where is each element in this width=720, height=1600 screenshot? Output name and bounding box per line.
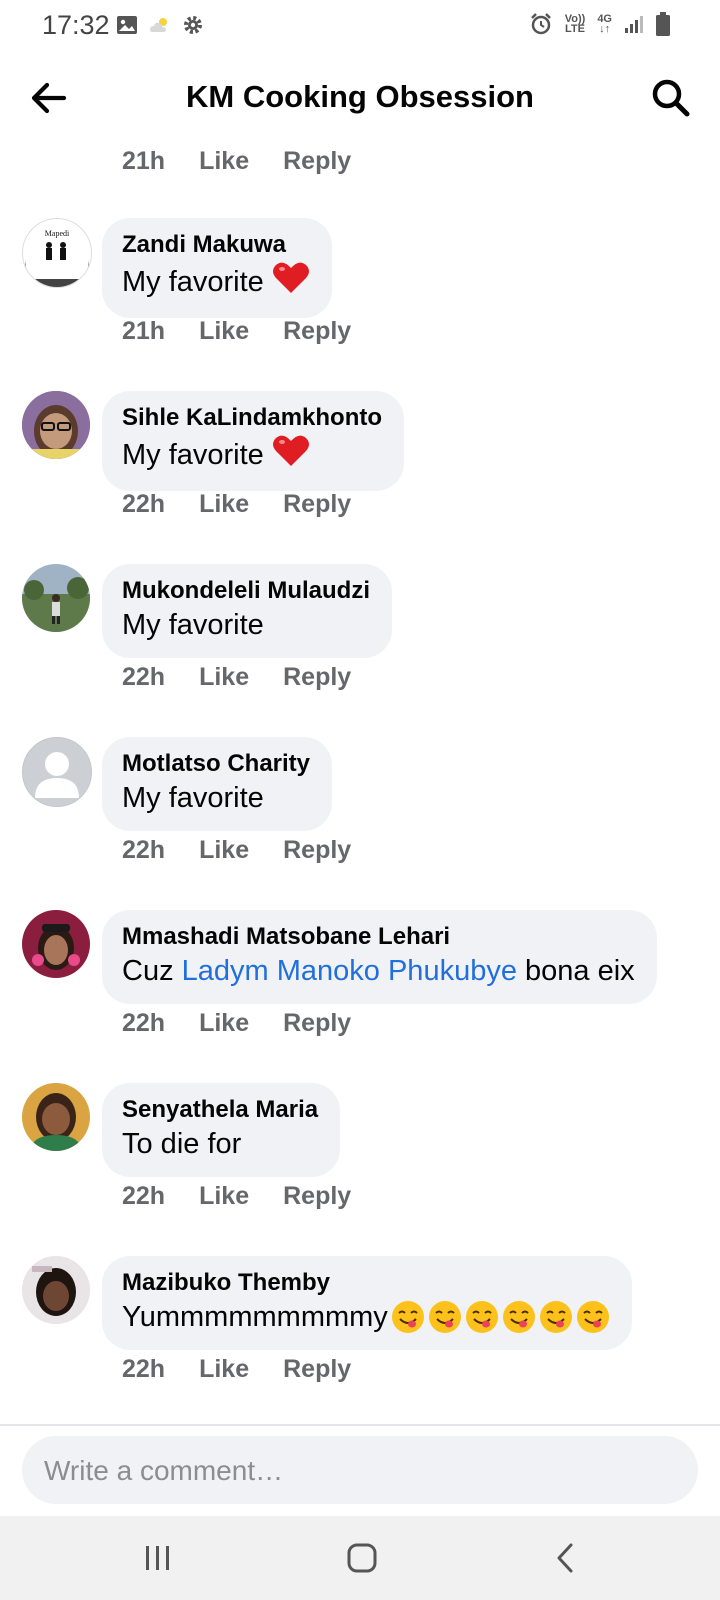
like-button[interactable]: Like <box>199 1182 249 1211</box>
comment-bubble[interactable]: Mazibuko Themby Yummmmmmmmmy <box>102 1256 632 1350</box>
comment-time: 22h <box>122 836 166 864</box>
comment-text: Yummmmmmmmmy <box>122 1298 610 1336</box>
comment-author[interactable]: Motlatso Charity <box>122 749 310 779</box>
reply-button[interactable]: Reply <box>283 1009 351 1038</box>
reply-button[interactable]: Reply <box>283 1182 351 1211</box>
comment-actions: 22h Like Reply <box>122 836 385 865</box>
reply-button[interactable]: Reply <box>283 490 351 519</box>
comment-actions: 22h Like Reply <box>122 663 385 692</box>
avatar[interactable] <box>22 1256 90 1324</box>
recent-apps-icon[interactable] <box>128 1534 188 1582</box>
avatar[interactable] <box>22 564 90 632</box>
comment-actions: 22h Like Reply <box>122 1009 385 1038</box>
avatar[interactable] <box>22 391 90 459</box>
like-button[interactable]: Like <box>199 317 249 346</box>
like-button[interactable]: Like <box>199 1009 249 1038</box>
avatar[interactable]: Mapedi Ke Rena... <box>22 218 92 288</box>
comment-bubble[interactable]: Zandi Makuwa My favorite <box>102 218 332 318</box>
comment-composer[interactable] <box>22 1436 698 1504</box>
home-icon[interactable] <box>332 1534 392 1582</box>
smiling-face-tongue-icon <box>391 1300 425 1334</box>
comment-bubble[interactable]: Mukondeleli Mulaudzi My favorite <box>102 564 393 658</box>
comment-actions: 21h Like Reply <box>122 317 385 346</box>
signal-icon <box>624 14 644 34</box>
smiling-face-tongue-icon <box>539 1300 573 1334</box>
comment-input[interactable] <box>42 1450 666 1492</box>
divider <box>0 1424 720 1426</box>
comment-actions: 21h Like Reply <box>122 147 385 176</box>
reply-button[interactable]: Reply <box>283 317 351 346</box>
network-type: 4G ↓↑ <box>597 13 612 35</box>
comment-time: 21h <box>122 147 166 175</box>
comment-time: 22h <box>122 490 166 518</box>
comment-author[interactable]: Sihle KaLindamkhonto <box>122 403 382 433</box>
red-heart-icon <box>272 260 310 304</box>
reply-button[interactable]: Reply <box>283 1355 351 1384</box>
comment-text: My favorite <box>122 260 310 304</box>
comment-text: My favorite <box>122 782 264 814</box>
comment-time: 22h <box>122 1009 166 1037</box>
system-nav-bar <box>0 1516 720 1600</box>
avatar[interactable] <box>22 1083 90 1151</box>
avatar[interactable] <box>22 910 90 978</box>
volte-indicator: Vo)) LTE <box>564 13 586 35</box>
comment-time: 22h <box>122 663 166 691</box>
comment-bubble[interactable]: Sihle KaLindamkhonto My favorite <box>102 391 405 491</box>
weather-icon <box>148 15 172 35</box>
status-bar: 17:32 Vo)) LTE 4G ↓↑ <box>0 0 720 52</box>
comment-text: To die for <box>122 1128 242 1160</box>
smiling-face-tongue-icon <box>502 1300 536 1334</box>
like-button[interactable]: Like <box>199 1355 249 1384</box>
smiling-face-tongue-icon <box>576 1300 610 1334</box>
gallery-icon <box>116 15 138 35</box>
comment-actions: 22h Like Reply <box>122 1182 385 1211</box>
smiling-face-tongue-icon <box>428 1300 462 1334</box>
comment-author[interactable]: Mazibuko Themby <box>122 1268 610 1298</box>
reply-button[interactable]: Reply <box>283 663 351 692</box>
page-title: KM Cooking Obsession <box>186 79 534 114</box>
back-nav-icon[interactable] <box>536 1534 596 1582</box>
comment-bubble[interactable]: Mmashadi Matsobane Lehari Cuz Ladym Mano… <box>102 910 657 1004</box>
like-button[interactable]: Like <box>199 663 249 692</box>
comment-bubble[interactable]: Senyathela Maria To die for <box>102 1083 341 1177</box>
comment-text: Cuz Ladym Manoko Phukubye bona eix <box>122 952 635 990</box>
svg-text:Mapedi: Mapedi <box>45 229 70 238</box>
reply-button[interactable]: Reply <box>283 836 351 865</box>
comment-author[interactable]: Zandi Makuwa <box>122 230 310 260</box>
settings-gear-icon <box>182 14 204 36</box>
comment-time: 21h <box>122 317 166 345</box>
comment-time: 22h <box>122 1182 166 1210</box>
comment-author[interactable]: Mmashadi Matsobane Lehari <box>122 922 635 952</box>
like-button[interactable]: Like <box>199 836 249 865</box>
search-icon[interactable] <box>648 75 694 121</box>
comment-actions: 22h Like Reply <box>122 1355 385 1384</box>
comment-author[interactable]: Senyathela Maria <box>122 1095 318 1125</box>
svg-text:Ke Rena...: Ke Rena... <box>42 268 72 276</box>
comment-time: 22h <box>122 1355 166 1383</box>
mention-link[interactable]: Ladym Manoko Phukubye <box>182 952 517 990</box>
comment-text: My favorite <box>122 433 382 477</box>
like-button[interactable]: Like <box>199 490 249 519</box>
app-header: KM Cooking Obsession <box>0 55 720 145</box>
alarm-icon <box>529 12 553 36</box>
like-button[interactable]: Like <box>199 147 249 176</box>
status-time: 17:32 <box>42 10 110 40</box>
red-heart-icon <box>272 433 310 477</box>
reply-button[interactable]: Reply <box>283 147 351 176</box>
comment-actions: 22h Like Reply <box>122 490 385 519</box>
comment-author[interactable]: Mukondeleli Mulaudzi <box>122 576 370 606</box>
avatar[interactable] <box>22 737 92 807</box>
comment-bubble[interactable]: Motlatso Charity My favorite <box>102 737 333 831</box>
comment-text: My favorite <box>122 609 264 641</box>
battery-icon <box>656 12 670 36</box>
smiling-face-tongue-icon <box>465 1300 499 1334</box>
